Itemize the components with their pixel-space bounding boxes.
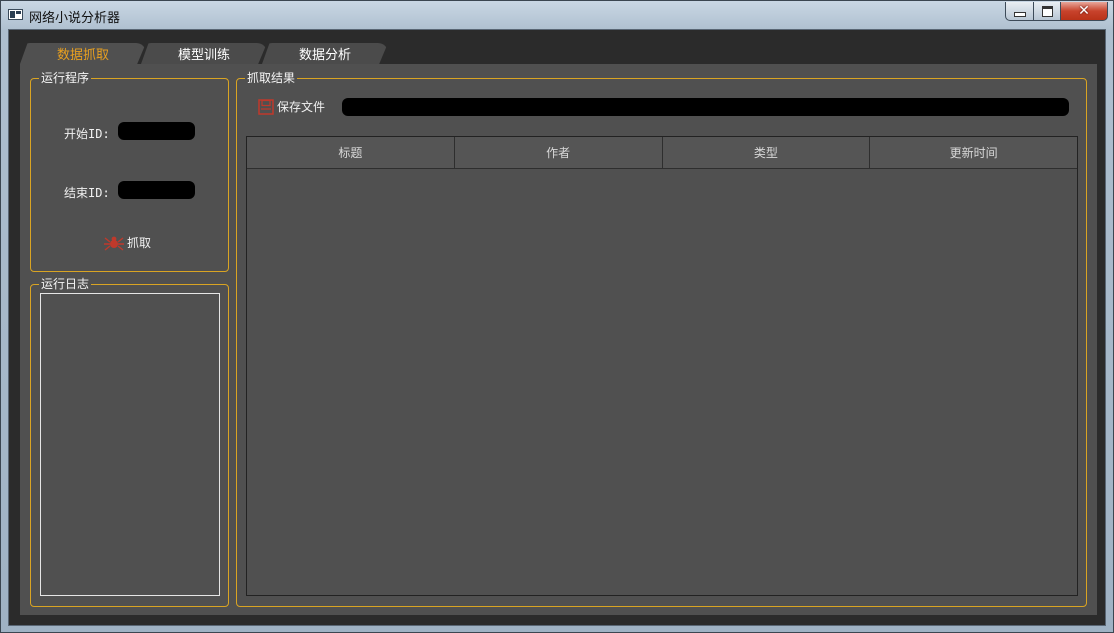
tab-data-analysis[interactable]: 数据分析 [262,43,388,64]
file-path-input[interactable] [342,98,1069,116]
save-file-button[interactable]: 保存文件 [258,98,325,115]
app-window: 网络小说分析器 ✕ 数据抓取 模型训练 数据分析 运行程序 开始ID: 结束ID… [0,0,1114,633]
minimize-button[interactable] [1005,2,1034,21]
tab-model-training[interactable]: 模型训练 [141,43,267,64]
column-header-type[interactable]: 类型 [662,137,871,169]
maximize-button[interactable] [1033,2,1061,21]
tab-pane-data-fetch: 运行程序 开始ID: 结束ID: 抓取 运行日志 抓取结果 保存文件 标题 作者… [20,64,1097,615]
start-id-label: 开始ID: [64,127,110,141]
save-file-label: 保存文件 [277,100,326,114]
table-header-row: 标题 作者 类型 更新时间 [247,137,1077,169]
column-header-author[interactable]: 作者 [454,137,663,169]
run-program-group: 运行程序 开始ID: 结束ID: 抓取 [30,72,229,272]
results-table[interactable]: 标题 作者 类型 更新时间 [246,136,1078,596]
column-header-title[interactable]: 标题 [247,137,455,169]
run-log-title: 运行日志 [41,277,90,291]
start-id-input[interactable] [118,122,195,140]
maximize-icon [1041,5,1053,17]
end-id-input[interactable] [118,181,195,199]
log-text-area[interactable] [40,293,220,596]
run-log-group: 运行日志 [30,278,229,607]
run-program-title: 运行程序 [41,71,90,85]
spider-icon [104,236,124,251]
fetch-button[interactable]: 抓取 [104,234,151,251]
end-id-label: 结束ID: [64,186,110,200]
app-icon[interactable] [8,9,23,20]
title-bar[interactable]: 网络小说分析器 ✕ [1,1,1113,29]
close-icon: ✕ [1078,3,1090,19]
column-header-update-time[interactable]: 更新时间 [870,137,1077,169]
main-client-area: 数据抓取 模型训练 数据分析 运行程序 开始ID: 结束ID: 抓取 运行日志 … [8,29,1106,626]
fetch-result-group: 抓取结果 保存文件 标题 作者 类型 更新时间 [236,72,1087,607]
minimize-icon [1013,11,1026,17]
save-icon [258,98,274,115]
fetch-result-title: 抓取结果 [247,71,296,85]
fetch-button-label: 抓取 [127,236,152,250]
window-title: 网络小说分析器 [29,11,121,26]
tab-data-fetch[interactable]: 数据抓取 [20,43,146,64]
close-button[interactable]: ✕ [1060,2,1108,21]
